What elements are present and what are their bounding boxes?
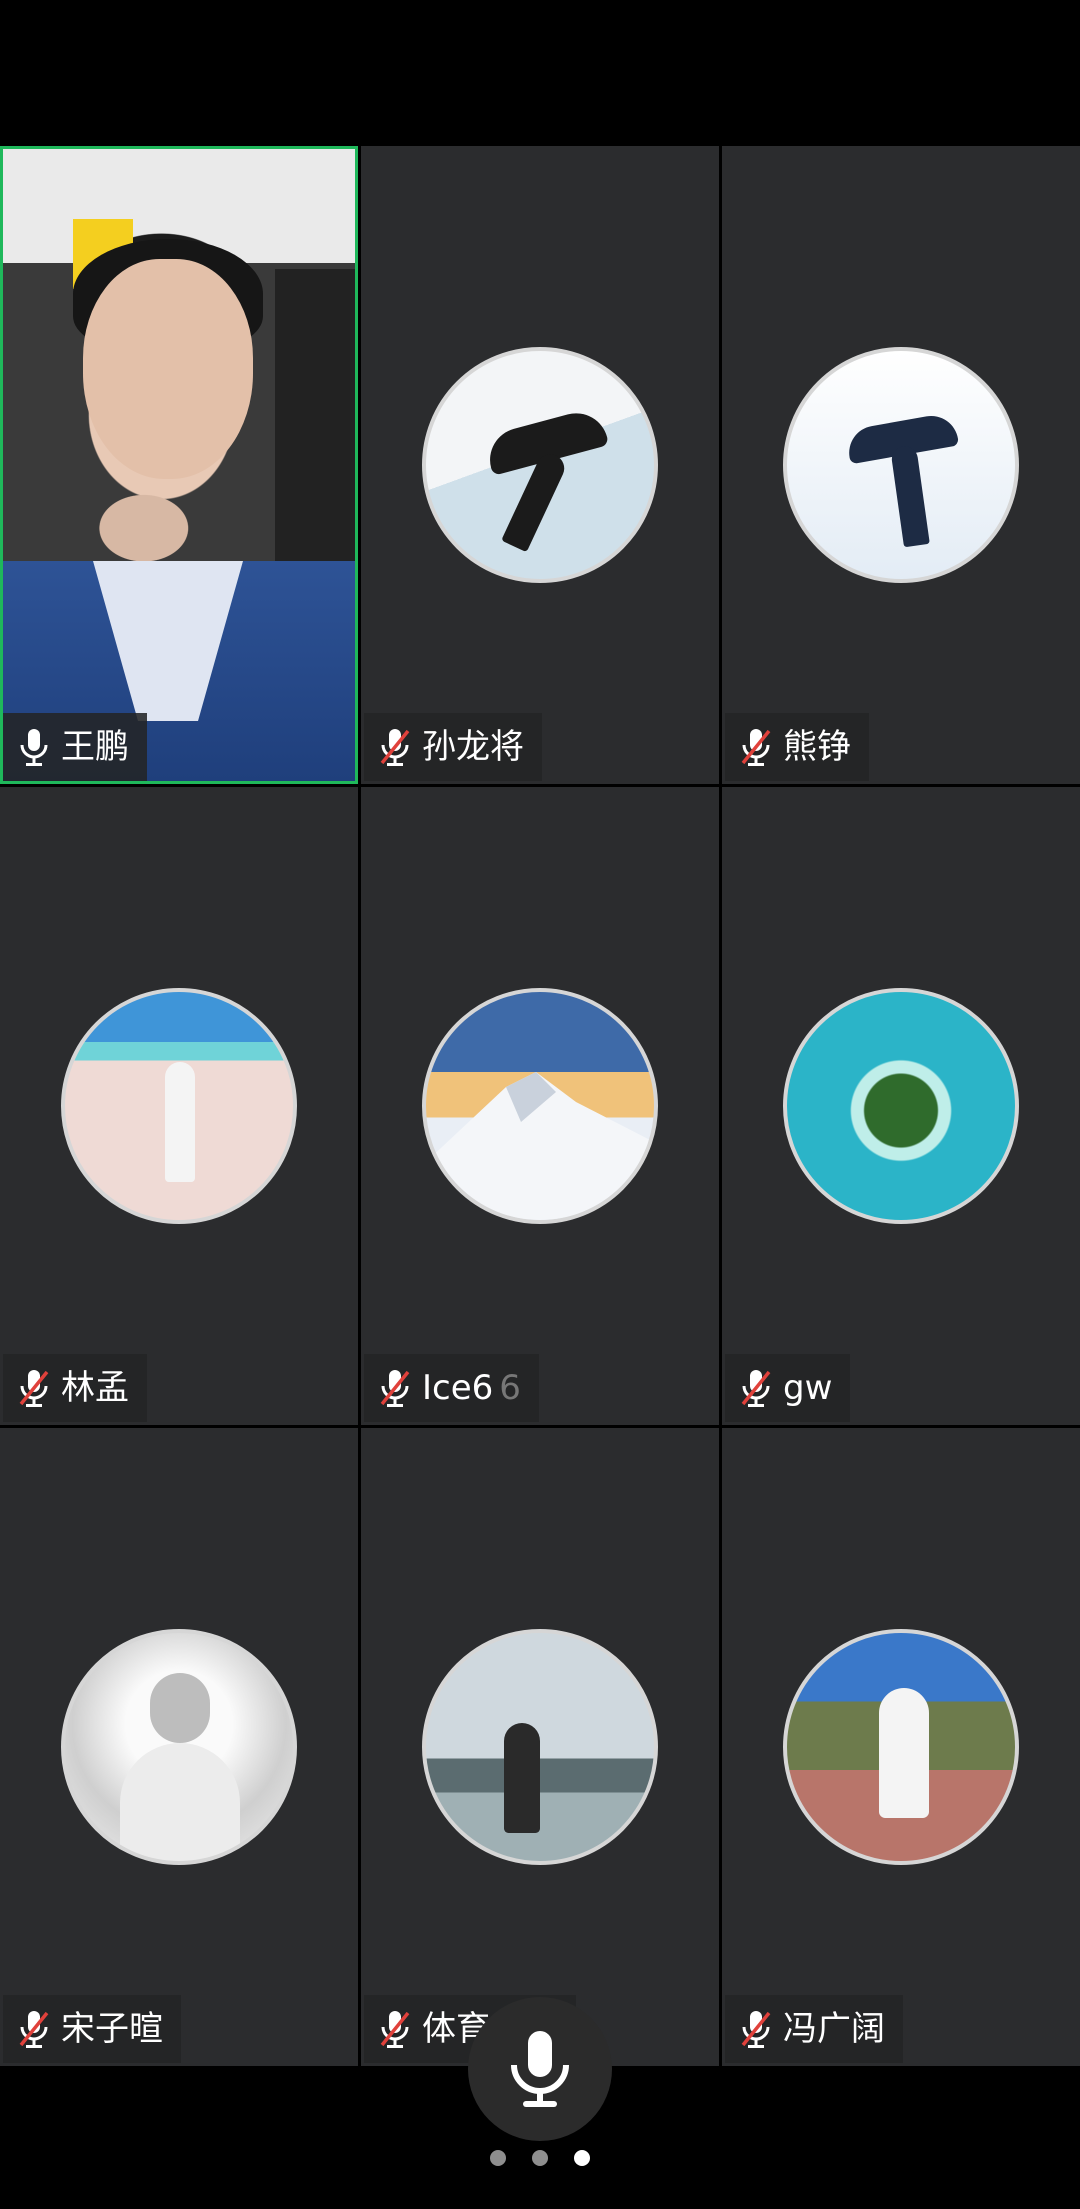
participant-name: 宋子暄 [61, 2009, 163, 2049]
participant-tile[interactable]: 王鹏 [0, 146, 358, 784]
participant-tile[interactable]: 冯广阔 [722, 1428, 1080, 2066]
portrait-bw-avatar [61, 1629, 297, 1865]
seaside-photographer-avatar [422, 1629, 658, 1865]
muted-microphone-icon [378, 727, 412, 767]
participant-label: 王鹏 [3, 713, 147, 781]
participant-name: 王鹏 [61, 727, 129, 767]
mountain-avatar [422, 988, 658, 1224]
participant-name: 孙龙将 [422, 727, 524, 767]
participant-name: gw [783, 1368, 833, 1408]
microphone-toggle-button[interactable] [468, 1997, 612, 2141]
muted-microphone-icon [378, 1368, 412, 1408]
participant-label: 孙龙将 [364, 713, 542, 781]
microphone-icon [511, 2031, 569, 2107]
participant-tile[interactable]: 宋子暄 [0, 1428, 358, 2066]
participant-tile[interactable]: 熊铮 [722, 146, 1080, 784]
participant-name: 林孟 [61, 1368, 129, 1408]
muted-microphone-icon [17, 2009, 51, 2049]
participant-tile[interactable]: 孙龙将 [361, 146, 719, 784]
participant-label: gw [725, 1354, 851, 1422]
participant-tile[interactable]: Ice6 6 [361, 787, 719, 1425]
muted-microphone-icon [378, 2009, 412, 2049]
muted-microphone-icon [739, 2009, 773, 2049]
muted-microphone-icon [17, 1368, 51, 1408]
muted-microphone-icon [739, 1368, 773, 1408]
page-dot-active[interactable] [574, 2150, 590, 2166]
participant-label: 熊铮 [725, 713, 869, 781]
participant-grid: 王鹏 孙龙将 熊铮 林孟 Ice6 6 gw 宋子暄 冯广阔 [0, 146, 1080, 2066]
participant-video [3, 149, 355, 781]
participant-name: Ice6 [422, 1368, 494, 1408]
street-walker-avatar [783, 1629, 1019, 1865]
participant-name: 冯广阔 [783, 2009, 885, 2049]
participant-label: 林孟 [3, 1354, 147, 1422]
participant-label: 宋子暄 [3, 1995, 181, 2063]
participant-tile[interactable]: 体育黄迎 [361, 1428, 719, 2066]
muted-microphone-icon [739, 727, 773, 767]
speed-skater-avatar [422, 347, 658, 583]
participant-tile[interactable]: 林孟 [0, 787, 358, 1425]
skater-avatar [783, 347, 1019, 583]
participant-label: Ice6 6 [364, 1354, 539, 1422]
participant-name-overflow: 6 [499, 1368, 521, 1408]
page-dot[interactable] [532, 2150, 548, 2166]
microphone-icon [17, 727, 51, 767]
page-indicator [0, 2150, 1080, 2166]
page-dot[interactable] [490, 2150, 506, 2166]
beach-girl-avatar [61, 988, 297, 1224]
heart-island-avatar [783, 988, 1019, 1224]
participant-name: 熊铮 [783, 727, 851, 767]
participant-tile[interactable]: gw [722, 787, 1080, 1425]
participant-label: 冯广阔 [725, 1995, 903, 2063]
